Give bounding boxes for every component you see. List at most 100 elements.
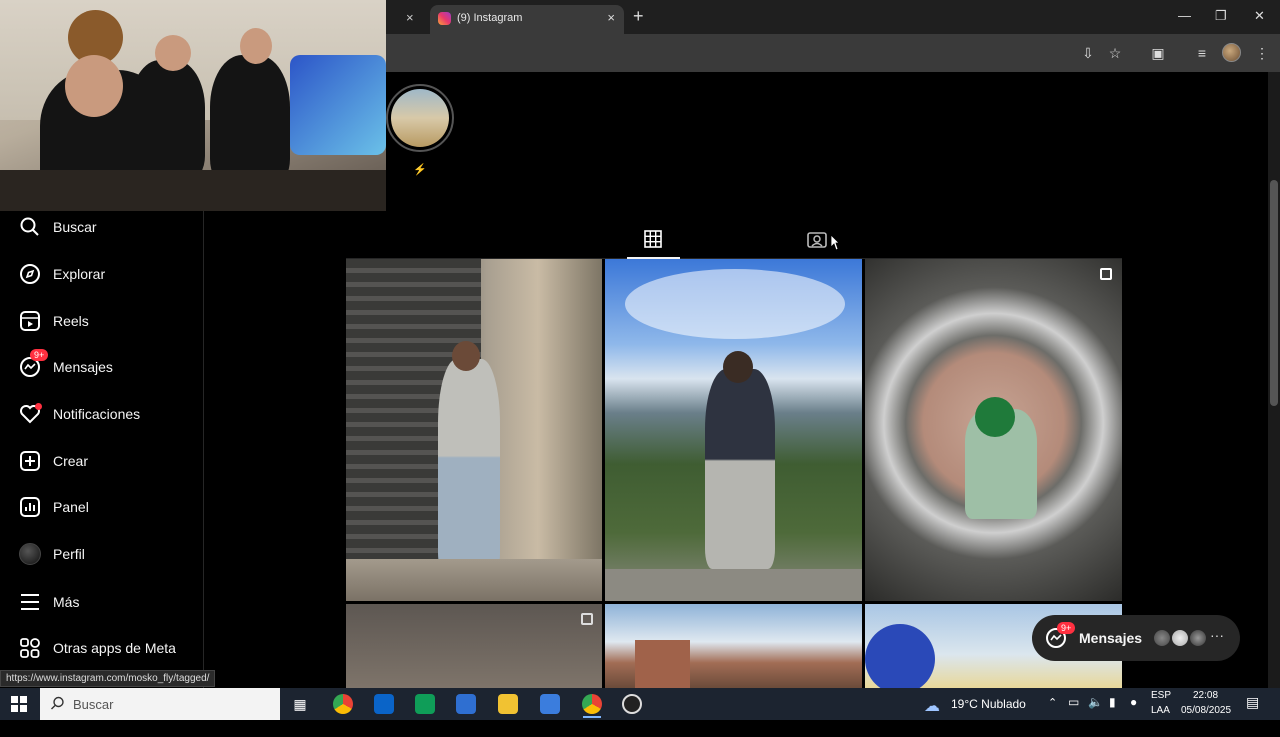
recording-app-icon[interactable] xyxy=(622,694,642,714)
messages-badge: 9+ xyxy=(30,349,49,361)
weather-text[interactable]: 19°C Nublado xyxy=(951,697,1026,729)
sidebar-item-reels[interactable]: Reels xyxy=(18,307,89,335)
messages-pill[interactable]: 9+ Mensajes ··· xyxy=(1032,615,1240,661)
post-cloud xyxy=(625,269,845,339)
avatar xyxy=(1188,628,1208,648)
story-highlight[interactable] xyxy=(386,80,454,154)
close-tab-icon[interactable]: × xyxy=(607,10,615,25)
sidebar-item-label: Notificaciones xyxy=(53,406,141,422)
windows-start-icon[interactable] xyxy=(11,696,27,712)
sidebar-item-mensajes[interactable]: 9+ Mensajes xyxy=(18,349,113,381)
sidebar-item-explorar[interactable]: Explorar xyxy=(18,260,105,288)
post-person xyxy=(705,369,775,569)
extensions-icon[interactable]: ▣ xyxy=(1150,45,1166,61)
instagram-tab[interactable]: (9) Instagram × xyxy=(430,5,624,34)
clock-date[interactable]: 05/08/2025 xyxy=(1181,705,1231,737)
reels-icon xyxy=(18,309,42,333)
compass-icon xyxy=(18,262,42,286)
multiple-posts-icon xyxy=(581,613,593,625)
active-app-indicator xyxy=(583,716,601,718)
microsoft-store-icon[interactable] xyxy=(456,694,476,714)
outlook-icon[interactable] xyxy=(374,694,394,714)
tab-tagged[interactable] xyxy=(806,230,828,252)
messages-label: Mensajes xyxy=(1079,630,1143,646)
status-url: https://www.instagram.com/mosko_fly/tagg… xyxy=(0,670,216,687)
new-tab-button[interactable]: + xyxy=(633,6,644,27)
language-bottom[interactable]: LAA xyxy=(1151,705,1170,737)
battery-icon[interactable]: ▮ xyxy=(1109,695,1116,727)
chrome-icon[interactable] xyxy=(333,694,353,714)
chart-icon xyxy=(18,495,42,519)
webcam-person-head xyxy=(155,35,191,71)
search-icon xyxy=(50,696,65,716)
sidebar-item-label: Reels xyxy=(53,313,89,329)
grid-icon xyxy=(644,229,662,253)
close-tab-icon[interactable]: × xyxy=(406,10,414,25)
sidebar-item-buscar[interactable]: Buscar xyxy=(18,213,97,241)
app-icon[interactable] xyxy=(415,694,435,714)
sidebar-item-crear[interactable]: Crear xyxy=(18,447,88,475)
post-thumbnail[interactable] xyxy=(865,259,1122,601)
task-view-icon[interactable]: ▦ xyxy=(290,694,310,714)
webcam-desk xyxy=(0,170,386,211)
post-person xyxy=(438,359,500,574)
microphone-icon[interactable]: ● xyxy=(1130,695,1137,727)
browser-menu-icon[interactable]: ⋮ xyxy=(1254,45,1270,61)
highlight-label: ⚡ xyxy=(413,164,427,176)
search-icon xyxy=(18,215,42,239)
post-cap xyxy=(975,397,1015,437)
plus-square-icon xyxy=(18,449,42,473)
sidebar-item-label: Más xyxy=(53,594,80,610)
sidebar-item-label: Mensajes xyxy=(53,359,113,375)
minimize-icon[interactable]: — xyxy=(1178,8,1191,23)
notification-dot xyxy=(35,403,42,410)
menu-icon xyxy=(18,590,42,614)
sidebar-item-label: Otras apps de Meta xyxy=(53,640,176,656)
highlight-cover-image xyxy=(391,89,449,147)
volume-icon[interactable]: 🔈 xyxy=(1088,695,1103,727)
sidebar-item-label: Crear xyxy=(53,453,89,469)
multiple-posts-icon xyxy=(1100,268,1112,280)
tab-posts[interactable] xyxy=(642,229,664,253)
scrollbar-thumb[interactable] xyxy=(1270,180,1278,406)
close-window-icon[interactable]: ✕ xyxy=(1254,8,1265,24)
heart-icon xyxy=(18,402,42,426)
webcam-person xyxy=(130,60,205,180)
network-icon[interactable]: ▭ xyxy=(1068,695,1079,727)
media-controls-icon[interactable]: ≡ xyxy=(1194,45,1210,61)
sidebar-item-perfil[interactable]: Perfil xyxy=(18,540,85,568)
tab-title: (9) Instagram xyxy=(457,12,523,24)
sidebar-item-notificaciones[interactable]: Notificaciones xyxy=(18,400,140,428)
chevron-up-icon[interactable]: ⌃ xyxy=(1048,696,1057,728)
install-app-icon[interactable]: ⇩ xyxy=(1080,45,1096,61)
post-person-head xyxy=(452,341,480,371)
previous-tab[interactable]: × xyxy=(386,5,426,34)
maximize-icon[interactable]: ❐ xyxy=(1215,8,1227,24)
browser-profile-avatar[interactable] xyxy=(1222,43,1241,62)
post-thumbnail[interactable] xyxy=(605,259,862,601)
webcam-person-head xyxy=(240,28,272,64)
messenger-icon: 9+ xyxy=(18,349,49,379)
notifications-icon[interactable]: ▤ xyxy=(1246,694,1259,726)
bookmark-star-icon[interactable]: ☆ xyxy=(1107,45,1123,61)
sidebar-item-label: Panel xyxy=(53,499,89,515)
sidebar-item-mas[interactable]: Más xyxy=(18,588,79,616)
post-thumbnail[interactable] xyxy=(346,259,602,601)
sidebar-item-panel[interactable]: Panel xyxy=(18,493,89,521)
webcam-overlay xyxy=(0,0,386,211)
post-thumbnail[interactable] xyxy=(346,604,602,688)
more-icon[interactable]: ··· xyxy=(1210,627,1224,643)
post-thumbnail[interactable] xyxy=(605,604,862,688)
chrome-active-icon[interactable] xyxy=(582,694,602,714)
post-person-head xyxy=(723,351,753,383)
instagram-favicon-icon xyxy=(438,12,451,25)
app-icon[interactable] xyxy=(540,694,560,714)
webcam-person xyxy=(210,55,290,185)
sidebar-item-label: Buscar xyxy=(53,219,97,235)
sidebar-item-meta-apps[interactable]: Otras apps de Meta xyxy=(18,634,176,662)
sidebar-item-label: Perfil xyxy=(53,546,85,562)
taskbar-search-box[interactable]: Buscar xyxy=(40,688,280,720)
post-person-head xyxy=(865,624,935,688)
avatar xyxy=(1170,628,1190,648)
file-explorer-icon[interactable] xyxy=(498,694,518,714)
